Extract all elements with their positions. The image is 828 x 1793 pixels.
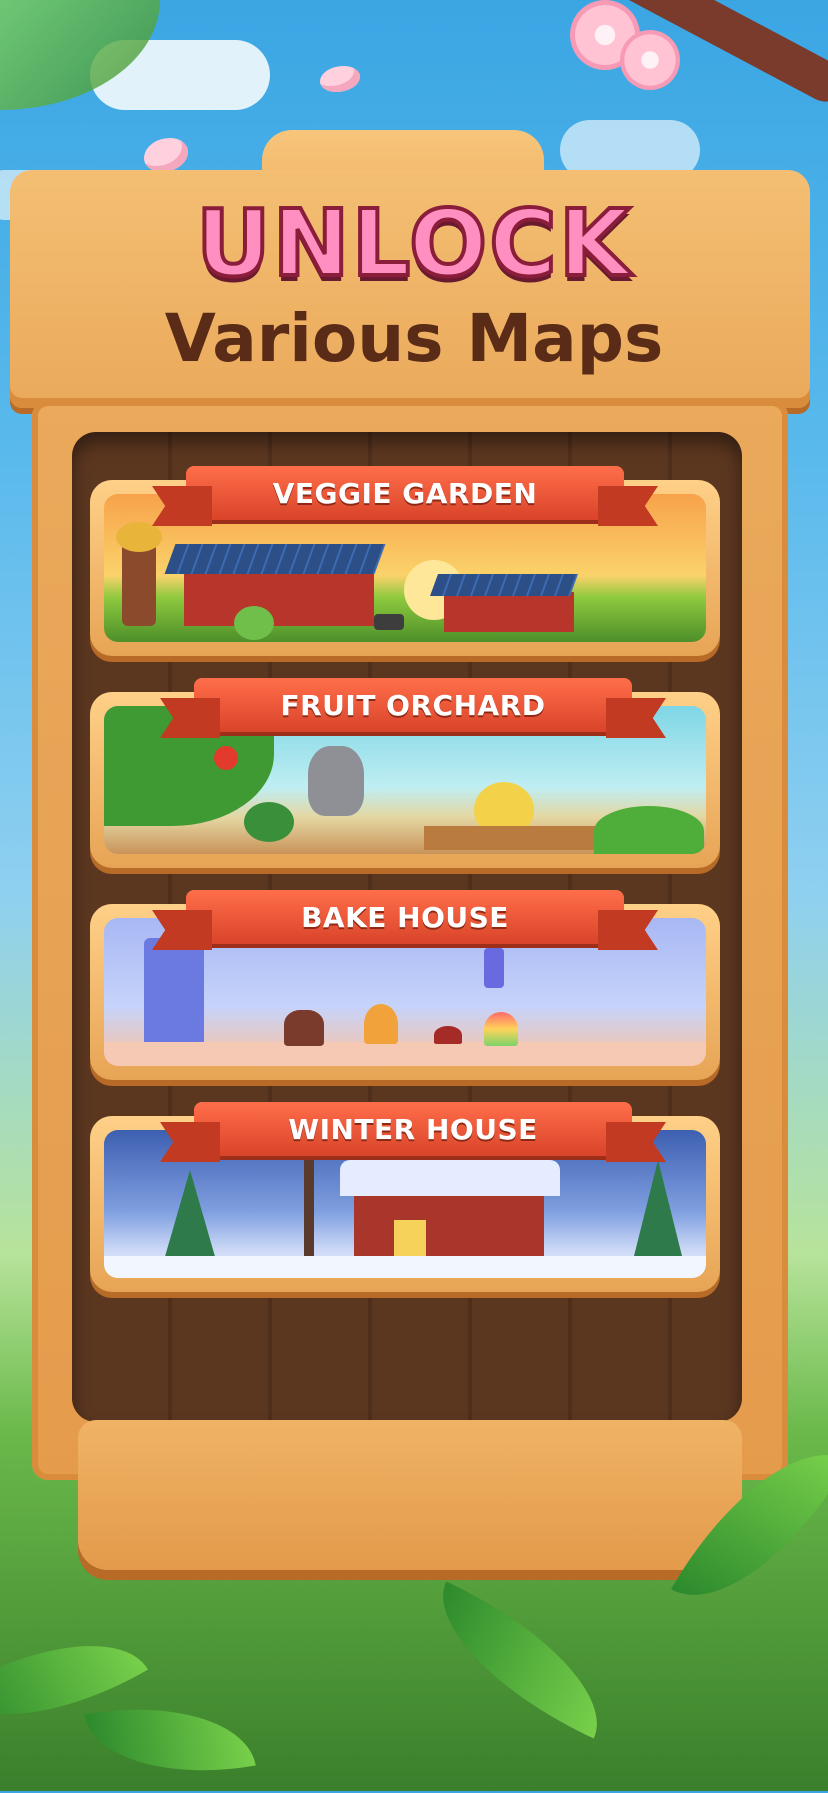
solar-roof-icon [164, 544, 386, 574]
fruit-crate-icon [424, 826, 604, 850]
snow-ground [104, 1256, 706, 1278]
map-card-winter-house[interactable]: WINTER HOUSE [90, 1102, 720, 1292]
mixer-icon [484, 948, 504, 988]
snowy-roof-icon [340, 1160, 560, 1196]
map-title-veggie-garden: VEGGIE GARDEN [272, 476, 538, 510]
cupcake-icon [364, 1004, 398, 1044]
apple-icon [214, 746, 238, 770]
page-subtitle: Various Maps [164, 300, 664, 377]
barn-icon [184, 568, 374, 626]
scarecrow-icon [116, 522, 162, 626]
tractor-icon [374, 614, 404, 630]
map-title-winter-house: WINTER HOUSE [288, 1112, 538, 1146]
rainbow-cake-icon [484, 1012, 518, 1046]
oven-icon [144, 938, 204, 1048]
cake-icon [434, 1026, 462, 1044]
map-title-bake-house: BAKE HOUSE [301, 900, 509, 934]
petal-decoration [320, 66, 360, 92]
cabbage-icon [234, 606, 274, 640]
page-title: UNLOCK [194, 188, 633, 299]
map-title-fruit-orchard: FRUIT ORCHARD [280, 688, 546, 722]
watermelon-icon [244, 802, 294, 842]
bare-tree-icon [304, 1160, 314, 1270]
bush-icon [594, 806, 704, 854]
pine-tree-icon [164, 1170, 216, 1260]
map-card-veggie-garden[interactable]: VEGGIE GARDEN [90, 466, 720, 656]
cat-icon [308, 746, 364, 816]
cherry-blossom-icon [620, 30, 680, 90]
pine-tree-icon [634, 1160, 682, 1256]
map-title-ribbon: VEGGIE GARDEN [186, 466, 624, 520]
barn-icon [444, 592, 574, 632]
map-title-ribbon: WINTER HOUSE [194, 1102, 632, 1156]
solar-roof-icon [429, 574, 579, 596]
map-card-bake-house[interactable]: BAKE HOUSE [90, 890, 720, 1080]
petal-decoration [144, 138, 188, 172]
counter-icon [104, 1042, 706, 1066]
cake-icon [284, 1010, 324, 1046]
map-title-ribbon: FRUIT ORCHARD [194, 678, 632, 732]
map-card-fruit-orchard[interactable]: FRUIT ORCHARD [90, 678, 720, 868]
sign-board-base [78, 1420, 742, 1570]
map-title-ribbon: BAKE HOUSE [186, 890, 624, 944]
